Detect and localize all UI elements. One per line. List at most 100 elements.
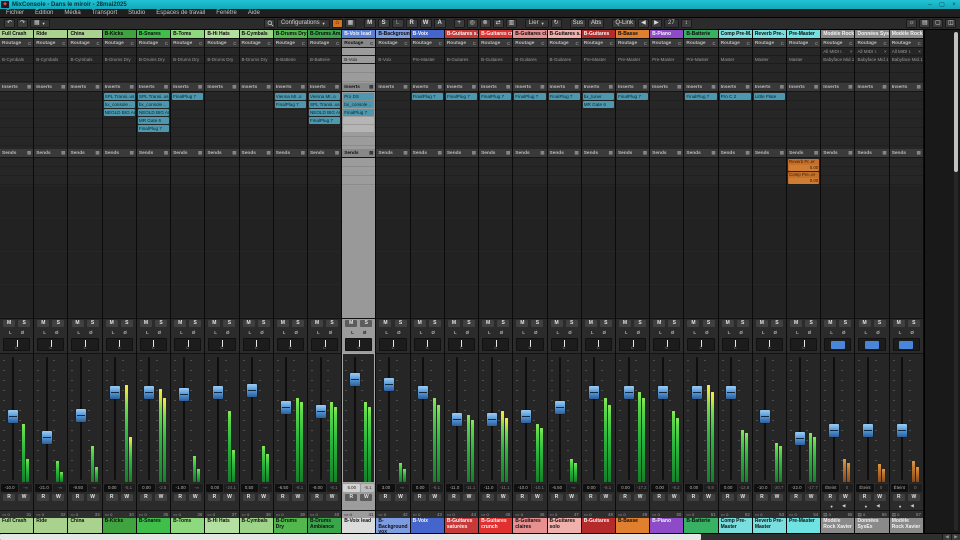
listen-button[interactable]: L xyxy=(249,330,252,335)
routing-rack-header[interactable]: RoutageC xyxy=(103,39,136,48)
mute-button[interactable]: M xyxy=(516,320,528,327)
maximize-icon[interactable]: ▢ xyxy=(936,1,948,9)
fader-value[interactable]: -9.50 xyxy=(69,484,86,492)
pan-control[interactable]: C xyxy=(345,338,372,351)
mute-button[interactable]: M xyxy=(243,320,255,327)
channel-header[interactable]: B-Kicks xyxy=(103,30,136,39)
read-button[interactable]: R xyxy=(859,494,871,501)
fader-track[interactable] xyxy=(799,357,801,480)
input-routing[interactable] xyxy=(34,48,67,56)
pan-control[interactable]: C xyxy=(619,338,646,351)
fader-handle[interactable] xyxy=(829,424,839,437)
listen-button[interactable]: L xyxy=(625,330,628,335)
menu-item-fenêtre[interactable]: Fenêtre xyxy=(216,10,237,16)
grid-icon[interactable]: ▦ xyxy=(345,19,356,28)
listen-button[interactable]: L xyxy=(385,330,388,335)
channel-strip[interactable]: B-BatterieRoutageCPre-MasterInserts▦Fina… xyxy=(684,30,718,533)
write-button[interactable]: W xyxy=(497,494,509,501)
sends-rack-header[interactable]: Sends▦ xyxy=(753,149,786,158)
routing-copy-button[interactable]: C xyxy=(473,41,476,46)
peak-value[interactable]: -17.2 xyxy=(635,484,648,492)
peak-value[interactable]: -∞ xyxy=(53,484,66,492)
listen-button[interactable]: L xyxy=(488,330,491,335)
mute-button[interactable]: M xyxy=(37,320,49,327)
write-button[interactable]: W xyxy=(18,494,30,501)
setup-button[interactable]: ▦▼ xyxy=(30,19,50,28)
midi-pan-display[interactable] xyxy=(899,341,913,349)
write-button[interactable]: W xyxy=(703,494,715,501)
input-routing[interactable] xyxy=(582,48,615,56)
channel-name[interactable]: B-Background vox xyxy=(376,518,409,533)
write-button[interactable]: W xyxy=(566,494,578,501)
channel-header[interactable]: B-Backgroun. xyxy=(376,30,409,39)
fader-track[interactable] xyxy=(114,357,116,480)
write-button[interactable]: W xyxy=(87,494,99,501)
solo-button[interactable]: S xyxy=(600,320,612,327)
write-button[interactable]: W xyxy=(189,494,201,501)
routing-rack-header[interactable]: RoutageC xyxy=(513,39,546,48)
fader-track[interactable] xyxy=(628,357,630,480)
insert-slot[interactable]: NEOLD BIG AL xyxy=(104,109,135,116)
fader-track[interactable] xyxy=(901,357,903,480)
listen-button[interactable]: L xyxy=(43,330,46,335)
channel-header[interactable]: B-Voix xyxy=(411,30,444,39)
insert-slot[interactable]: FinalPlug 7 xyxy=(514,93,545,100)
solo-button[interactable]: S xyxy=(52,320,64,327)
listen-button[interactable]: L xyxy=(556,330,559,335)
routing-rack-header[interactable]: RoutageC xyxy=(855,39,888,48)
write-button[interactable]: W xyxy=(429,494,441,501)
channel-header[interactable]: B-Guitares cr. xyxy=(479,30,512,39)
fader-track[interactable] xyxy=(593,357,595,480)
fader-value[interactable]: 0.00 xyxy=(104,484,121,492)
read-button[interactable]: R xyxy=(756,494,768,501)
phase-button[interactable]: Ø xyxy=(602,330,606,335)
input-routing[interactable]: All MIDI I.× xyxy=(890,48,923,56)
window-layout-icon-1[interactable]: ▤ xyxy=(919,19,930,28)
mute-button[interactable]: M xyxy=(448,320,460,327)
fader-handle[interactable] xyxy=(589,386,599,399)
fader-value[interactable]: Éteint xyxy=(822,484,839,492)
routing-rack-header[interactable]: RoutageC xyxy=(342,39,375,48)
input-routing[interactable] xyxy=(445,48,478,56)
pan-control[interactable]: C xyxy=(71,338,98,351)
channel-header[interactable]: B-Cymbals xyxy=(240,30,273,39)
routing-rack-header[interactable]: RoutageC xyxy=(582,39,615,48)
solo-button[interactable]: S xyxy=(771,320,783,327)
write-button[interactable]: W xyxy=(292,494,304,501)
fader-handle[interactable] xyxy=(897,424,907,437)
peak-value[interactable]: -8.1 xyxy=(293,484,306,492)
pan-control[interactable]: C xyxy=(140,338,167,351)
write-button[interactable]: W xyxy=(805,494,817,501)
channel-header[interactable]: Full Crash xyxy=(0,30,33,39)
fader-handle[interactable] xyxy=(692,386,702,399)
routing-rack-header[interactable]: RoutageC xyxy=(890,39,923,48)
peak-value[interactable]: -∞ xyxy=(19,484,32,492)
output-routing[interactable]: B-Drums Dry xyxy=(240,56,273,64)
insert-slot[interactable]: FinalPlug 7 xyxy=(275,101,306,108)
mute-button[interactable]: M xyxy=(653,320,665,327)
peak-value[interactable]: 0 xyxy=(840,484,853,492)
peak-value[interactable]: -∞ xyxy=(259,484,272,492)
insert-slot[interactable]: Little Plate xyxy=(754,93,785,100)
channel-name[interactable]: Full Crash xyxy=(0,518,33,533)
solo-button[interactable]: S xyxy=(326,320,338,327)
mute-button[interactable]: M xyxy=(3,320,15,327)
inserts-rack-header[interactable]: Inserts▦ xyxy=(479,83,512,92)
fader-value[interactable]: -10.0 xyxy=(514,484,531,492)
output-routing[interactable]: Pre-Master xyxy=(616,56,649,64)
peak-value[interactable]: -6.1 xyxy=(601,484,614,492)
listen-button[interactable]: L xyxy=(728,330,731,335)
sends-rack-header[interactable]: Sends▦ xyxy=(821,149,854,158)
sus-button[interactable]: Sus xyxy=(570,19,586,28)
read-button[interactable]: R xyxy=(37,494,49,501)
channel-strip[interactable]: B-Hi HatsRoutageCB-Drums DryInserts▦Send… xyxy=(205,30,239,533)
input-routing[interactable] xyxy=(684,48,717,56)
insert-slot[interactable]: Pro C 2 xyxy=(720,93,751,100)
fader-handle[interactable] xyxy=(555,401,565,414)
write-button[interactable]: W xyxy=(223,494,235,501)
rack-toggle-icon-4[interactable]: ⇄ xyxy=(493,19,504,28)
fader-value[interactable]: 0.00 xyxy=(651,484,668,492)
inserts-rack-header[interactable]: Inserts▦ xyxy=(274,83,307,92)
mute-button[interactable]: M xyxy=(859,320,871,327)
fader-value[interactable]: 0.50 xyxy=(241,484,258,492)
